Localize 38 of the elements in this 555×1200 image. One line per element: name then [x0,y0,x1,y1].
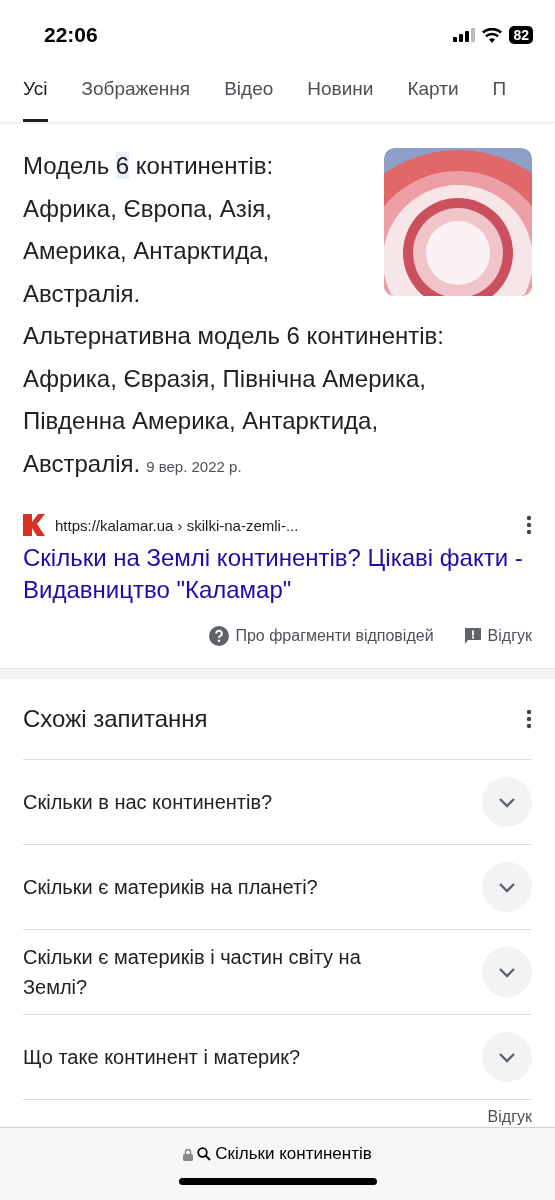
expand-button[interactable] [482,777,532,827]
feedback-link[interactable]: Відгук [487,1108,532,1125]
snippet-text: Альтернативна модель 6 континентів: Африка, Євразія, Північна Америка, Південна Америка, Антарктида, Австралія. 9 вер. 2022 р. [23,321,445,479]
more-icon[interactable] [526,709,532,729]
search-tab[interactable]: Карти [407,70,459,122]
expand-button[interactable] [482,862,532,912]
chevron-down-icon [498,796,516,808]
search-tab[interactable]: П [492,70,507,122]
chevron-down-icon [498,881,516,893]
address-query[interactable]: Скільки континентів [215,1144,372,1164]
chevron-down-icon [498,966,516,978]
result-link[interactable]: Скільки на Землі континентів? Цікаві факти - Видавництво "Каламар" [23,542,532,606]
search-tab[interactable]: Новини [307,70,374,122]
expand-button[interactable] [482,1032,532,1082]
help-icon [209,626,230,646]
status-time: 22:06 [44,23,98,47]
chevron-down-icon [498,1051,516,1063]
about-snippets-link[interactable]: Про фрагменти відповідей [235,627,434,645]
question-text[interactable]: Скільки в нас континентів? [23,787,273,817]
search-tab[interactable]: Зображення [81,70,191,122]
feedback-icon [463,627,482,645]
snippet-text: Модель 6 континентів: Африка, Європа, Азія, Америка, Антарктида, Австралія. [23,151,275,309]
lock-icon [183,1147,194,1161]
section-title: Схожі запитання [23,705,208,733]
question-text[interactable]: Скільки є материків на планеті? [23,872,318,902]
wifi-icon [482,27,503,43]
source-url[interactable]: https://kalamar.ua › skilki-na-zemli-... [55,516,516,534]
battery-indicator: 82 [509,26,533,44]
signal-icon [453,28,476,42]
site-logo-icon [23,514,45,536]
expand-button[interactable] [482,947,532,997]
question-text[interactable]: Що таке континент і материк? [23,1042,301,1072]
search-tab[interactable]: Усі [23,70,48,122]
search-icon [197,1147,212,1161]
question-text[interactable]: Скільки є материків і частин світу на Землі? [23,942,423,1002]
more-icon[interactable] [526,515,532,535]
feedback-link[interactable]: Відгук [487,627,532,645]
search-tab[interactable]: Відео [224,70,274,122]
